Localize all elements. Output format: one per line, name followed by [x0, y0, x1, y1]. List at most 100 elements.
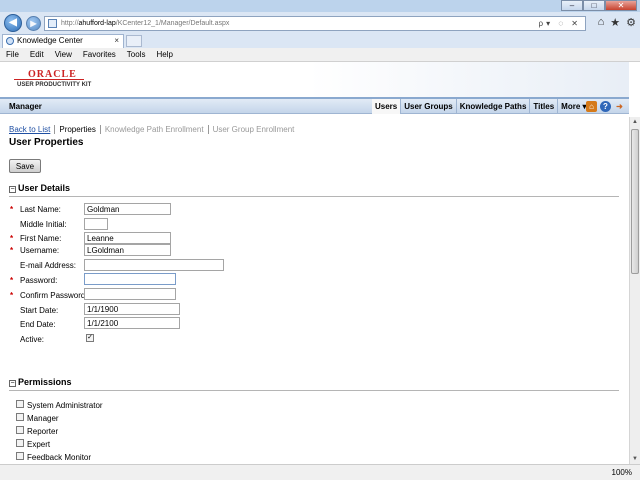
address-tools[interactable]: ρ▾ ◌ ✕	[539, 17, 581, 30]
page-content: ORACLE USER PRODUCTIVITY KIT Manager Use…	[0, 62, 629, 464]
help-icon[interactable]: ?	[600, 101, 611, 112]
save-button[interactable]: Save	[9, 159, 41, 173]
menu-favorites[interactable]: Favorites	[83, 48, 116, 61]
first-name-input[interactable]	[84, 232, 171, 244]
zoom-level[interactable]: 100%	[612, 468, 632, 477]
end-date-label: End Date:	[20, 320, 56, 329]
nav-more[interactable]: More ▾	[557, 99, 589, 114]
last-name-input[interactable]	[84, 203, 171, 215]
header-icons: ⌂ ? ➜	[586, 101, 625, 112]
active-label: Active:	[20, 335, 45, 344]
status-bar: 100%	[0, 464, 640, 480]
tab-user-group-enrollment[interactable]: User Group Enrollment	[207, 125, 299, 134]
end-date-input[interactable]	[84, 317, 180, 329]
page-icon	[48, 19, 57, 28]
permission-label: System Administrator	[27, 401, 103, 410]
password-input[interactable]	[84, 273, 176, 285]
collapse-icon[interactable]: −	[9, 380, 16, 387]
scroll-up-arrow-icon[interactable]: ▲	[630, 117, 640, 127]
permission-checkbox-manager[interactable]	[16, 413, 24, 421]
menu-edit[interactable]: Edit	[30, 48, 44, 61]
confirm-password-input[interactable]	[84, 288, 176, 300]
start-date-label: Start Date:	[20, 306, 59, 315]
back-to-list-link[interactable]: Back to List	[9, 125, 54, 134]
forward-button[interactable]: ▶	[26, 16, 41, 31]
permission-checkbox-expert[interactable]	[16, 439, 24, 447]
nav-user-groups[interactable]: User Groups	[400, 99, 455, 114]
tab-properties[interactable]: Properties	[54, 125, 99, 134]
username-input[interactable]	[84, 244, 171, 256]
password-label: Password:	[20, 276, 58, 285]
window-titlebar: – □ ✕	[0, 0, 640, 12]
home-icon[interactable]: ⌂	[586, 101, 597, 112]
required-marker: *	[10, 205, 14, 214]
settings-icon[interactable]: ⚙	[626, 16, 636, 29]
close-window-button[interactable]: ✕	[605, 0, 637, 11]
permissions-header[interactable]: − Permissions	[9, 377, 72, 387]
permission-label: Expert	[27, 440, 51, 449]
user-details-header[interactable]: − User Details	[9, 183, 70, 193]
new-tab-button[interactable]	[126, 35, 142, 47]
confirm-password-label: Confirm Password:	[20, 291, 88, 300]
tab-close-icon[interactable]: ×	[114, 35, 119, 47]
tab-knowledge-path-enrollment[interactable]: Knowledge Path Enrollment	[99, 125, 208, 134]
last-name-label: Last Name:	[20, 205, 61, 214]
user-details-heading: User Details	[18, 183, 71, 193]
tab-row: Knowledge Center ×	[0, 34, 640, 48]
manager-title: Manager	[9, 102, 42, 111]
brand-banner: ORACLE USER PRODUCTIVITY KIT	[0, 62, 629, 97]
address-bar[interactable]: http://ahufford-lap/KCenter12_1/Manager/…	[44, 16, 586, 31]
collapse-icon[interactable]: −	[9, 186, 16, 193]
first-name-label: First Name:	[20, 234, 62, 243]
back-button[interactable]: ◀	[4, 14, 22, 32]
address-prefix: http://	[61, 20, 79, 27]
ie-page-icon	[6, 37, 14, 45]
permission-checkbox-system-administrator[interactable]	[16, 400, 24, 408]
manager-bar: Manager Users User Groups Knowledge Path…	[0, 97, 629, 114]
menu-help[interactable]: Help	[156, 48, 172, 61]
minimize-button[interactable]: –	[561, 0, 583, 11]
maximize-button[interactable]: □	[583, 0, 605, 11]
required-marker: *	[10, 276, 14, 285]
nav-users[interactable]: Users	[372, 99, 401, 114]
email-label: E-mail Address:	[20, 261, 77, 270]
required-marker: *	[10, 291, 14, 300]
permission-label: Manager	[27, 414, 59, 423]
scroll-thumb[interactable]	[631, 129, 639, 274]
active-checkbox[interactable]: ✓	[86, 334, 94, 342]
menu-tools[interactable]: Tools	[127, 48, 146, 61]
address-path: /KCenter12_1/Manager/Default.aspx	[115, 20, 230, 27]
nav-knowledge-paths[interactable]: Knowledge Paths	[455, 99, 530, 114]
menu-view[interactable]: View	[55, 48, 72, 61]
tab-knowledge-center[interactable]: Knowledge Center ×	[2, 34, 124, 48]
favorites-icon[interactable]: ★	[610, 16, 620, 29]
menu-bar: File Edit View Favorites Tools Help	[0, 48, 640, 62]
scroll-down-arrow-icon[interactable]: ▼	[630, 454, 640, 464]
middle-initial-label: Middle Initial:	[20, 220, 67, 229]
home-icon[interactable]: ⌂	[598, 16, 605, 29]
nav-titles[interactable]: Titles	[529, 99, 557, 114]
middle-initial-input[interactable]	[84, 218, 108, 230]
address-host: ahufford-lap	[78, 20, 116, 27]
menu-file[interactable]: File	[6, 48, 19, 61]
permission-checkbox-reporter[interactable]	[16, 426, 24, 434]
required-marker: *	[10, 234, 14, 243]
start-date-input[interactable]	[84, 303, 180, 315]
permission-label: Feedback Monitor	[27, 453, 92, 462]
breadcrumb: Back to List Properties Knowledge Path E…	[9, 125, 298, 134]
tab-title: Knowledge Center	[17, 36, 83, 45]
permission-label: Reporter	[27, 427, 59, 436]
product-name: USER PRODUCTIVITY KIT	[17, 82, 92, 88]
permissions-heading: Permissions	[18, 377, 72, 387]
browser-chrome: – □ ✕ ◀ ▶ http://ahufford-lap/KCenter12_…	[0, 0, 640, 62]
logout-icon[interactable]: ➜	[614, 101, 625, 112]
vertical-scrollbar[interactable]: ▲ ▼	[629, 117, 640, 464]
permission-checkbox-feedback-monitor[interactable]	[16, 452, 24, 460]
username-label: Username:	[20, 246, 60, 255]
window-controls: – □ ✕	[561, 0, 637, 11]
browser-nav-icons: ⌂ ★ ⚙	[598, 16, 636, 29]
email-field[interactable]	[84, 259, 224, 271]
required-marker: *	[10, 246, 14, 255]
navigation-row: ◀ ▶ http://ahufford-lap/KCenter12_1/Mana…	[0, 12, 640, 34]
page-title: User Properties	[9, 137, 84, 148]
